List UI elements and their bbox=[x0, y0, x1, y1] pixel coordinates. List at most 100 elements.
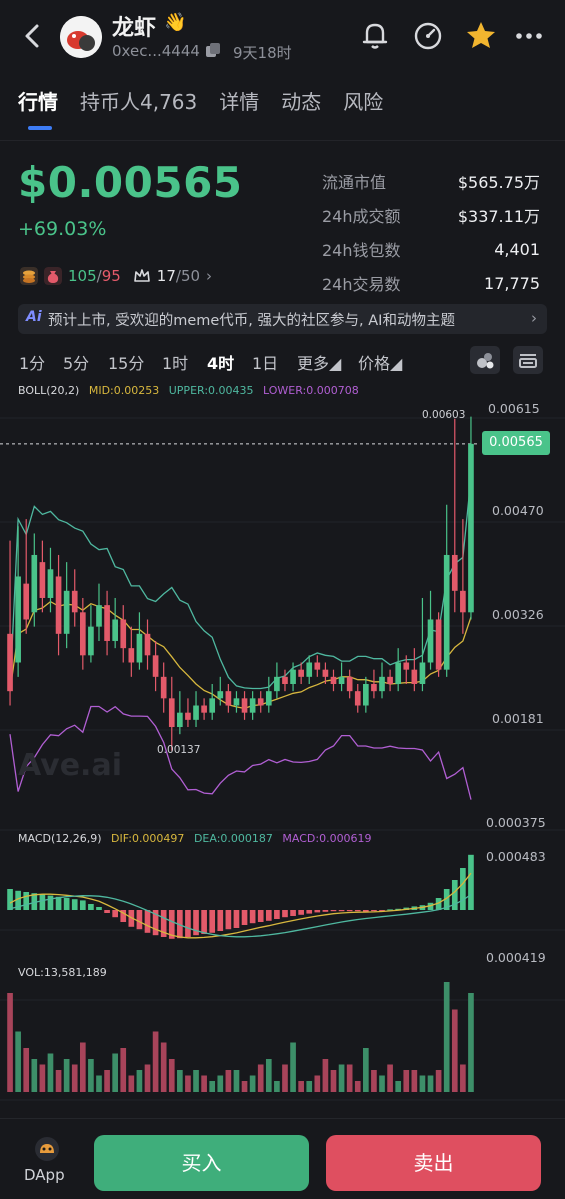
token-avatar bbox=[60, 16, 102, 58]
candle-body bbox=[104, 605, 110, 641]
stat-label: 24h成交额 bbox=[322, 207, 401, 226]
ai-summary-banner[interactable]: Ai 预计上市, 受欢迎的meme代币, 强大的社区参与, AI和动物主题 › bbox=[18, 304, 547, 334]
dapp-icon[interactable] bbox=[34, 1136, 60, 1162]
price-mode-dropdown[interactable]: 价格◢ bbox=[358, 350, 402, 374]
indicator-settings-icon[interactable] bbox=[513, 346, 543, 374]
volume-bar bbox=[468, 993, 474, 1092]
volume-bar bbox=[96, 1075, 102, 1092]
candle-body bbox=[160, 676, 167, 699]
macd-bar bbox=[7, 889, 13, 910]
macd-bar bbox=[338, 910, 345, 912]
volume-bar bbox=[241, 1081, 248, 1092]
macd-bar bbox=[298, 910, 304, 915]
candle-body bbox=[55, 576, 62, 634]
volume-bar bbox=[136, 1070, 143, 1092]
copy-icon[interactable] bbox=[205, 42, 221, 58]
volume-bar bbox=[282, 1064, 288, 1092]
tab-market[interactable]: 行情 bbox=[18, 86, 58, 126]
macd-bar bbox=[354, 910, 361, 912]
candle-body bbox=[314, 662, 321, 670]
candle-body bbox=[15, 576, 21, 663]
volume-bar bbox=[7, 993, 13, 1092]
contract-address[interactable]: 0xec...4444 bbox=[112, 42, 200, 60]
macd-bar bbox=[322, 910, 329, 912]
volume-bar bbox=[233, 1070, 240, 1092]
candle-body bbox=[31, 554, 38, 613]
avatars-toggle-icon[interactable] bbox=[470, 346, 500, 374]
chevron-right-icon: › bbox=[531, 309, 537, 327]
volume-bar bbox=[88, 1059, 94, 1092]
candle-body bbox=[354, 691, 361, 706]
speedometer-icon[interactable] bbox=[411, 18, 445, 52]
price-axis-label: 0.00470 bbox=[492, 503, 544, 518]
ave-watermark: Ave.ai bbox=[18, 748, 122, 783]
timeframe-more-dropdown[interactable]: 更多◢ bbox=[297, 350, 341, 374]
volume-bar bbox=[112, 1053, 118, 1092]
macd-bar bbox=[209, 910, 216, 933]
timeframe-1d[interactable]: 1日 bbox=[252, 350, 278, 374]
volume-bar bbox=[314, 1075, 321, 1092]
candle-body bbox=[233, 698, 240, 706]
dapp-label[interactable]: DApp bbox=[24, 1166, 65, 1184]
candle-body bbox=[468, 443, 474, 613]
candle-body bbox=[306, 662, 313, 677]
star-icon[interactable] bbox=[464, 18, 498, 52]
volume-bar bbox=[71, 1064, 78, 1092]
timeframe-1h[interactable]: 1时 bbox=[162, 350, 188, 374]
tab-activity[interactable]: 动态 bbox=[281, 86, 321, 126]
price-axis-label: 0.00326 bbox=[492, 607, 544, 622]
volume-bar bbox=[427, 1075, 434, 1092]
stat-value: 4,401 bbox=[494, 239, 540, 259]
candle-body bbox=[427, 619, 434, 663]
bag-count-red: 95 bbox=[101, 267, 121, 285]
macd-bar bbox=[290, 910, 296, 916]
volume-bar bbox=[104, 1070, 110, 1092]
coin-stack-icon bbox=[20, 267, 38, 285]
macd-bar bbox=[460, 868, 466, 910]
bell-icon[interactable] bbox=[358, 18, 392, 52]
buy-button[interactable]: 买入 bbox=[94, 1135, 309, 1191]
volume-bar bbox=[23, 1048, 30, 1092]
candle-body bbox=[120, 619, 127, 649]
macd-bar bbox=[241, 910, 248, 925]
volume-bar bbox=[403, 1070, 410, 1092]
current-price-tag: 0.00565 bbox=[482, 431, 550, 455]
volume-bar bbox=[15, 1031, 21, 1092]
divider bbox=[0, 140, 565, 141]
volume-bar bbox=[209, 1081, 216, 1092]
volume-bar bbox=[371, 1070, 377, 1092]
stat-value: 17,775 bbox=[484, 273, 540, 293]
timeframe-5m[interactable]: 5分 bbox=[63, 350, 89, 374]
timeframe-15m[interactable]: 15分 bbox=[108, 350, 144, 374]
candle-body bbox=[282, 676, 288, 684]
timeframe-4h[interactable]: 4时 bbox=[207, 350, 234, 374]
more-icon[interactable] bbox=[512, 18, 546, 52]
volume-bar bbox=[31, 1059, 38, 1092]
volume-bar bbox=[322, 1059, 329, 1092]
macd-bar bbox=[257, 910, 264, 922]
current-price: $0.00565 bbox=[18, 158, 243, 207]
boll-upper-line bbox=[9, 477, 472, 692]
back-arrow-icon[interactable] bbox=[18, 20, 46, 52]
sell-button[interactable]: 卖出 bbox=[326, 1135, 541, 1191]
volume-bar bbox=[152, 1031, 159, 1092]
stat-value: $337.11万 bbox=[457, 207, 540, 226]
price-axis-label: 0.00615 bbox=[488, 401, 540, 416]
wave-emoji: 👋 bbox=[164, 12, 187, 33]
tab-holders[interactable]: 持币人4,763 bbox=[80, 86, 197, 126]
timeframe-1m[interactable]: 1分 bbox=[19, 350, 45, 374]
volume-bar bbox=[257, 1064, 264, 1092]
volume-bar bbox=[330, 1070, 337, 1092]
macd-axis-label: 0.000483 bbox=[486, 849, 546, 864]
macd-bar bbox=[144, 910, 151, 933]
money-bag-icon bbox=[44, 267, 62, 285]
token-age: 9天18时 bbox=[233, 44, 292, 62]
candle-body bbox=[322, 669, 329, 677]
volume-bar bbox=[265, 1059, 272, 1092]
volume-bar bbox=[160, 1042, 167, 1092]
candle-body bbox=[209, 698, 216, 713]
badge-row[interactable]: 105/95 17/50 › bbox=[20, 263, 212, 289]
volume-bar bbox=[55, 1070, 62, 1092]
tab-details[interactable]: 详情 bbox=[219, 86, 259, 126]
tab-risk[interactable]: 风险 bbox=[343, 86, 383, 126]
